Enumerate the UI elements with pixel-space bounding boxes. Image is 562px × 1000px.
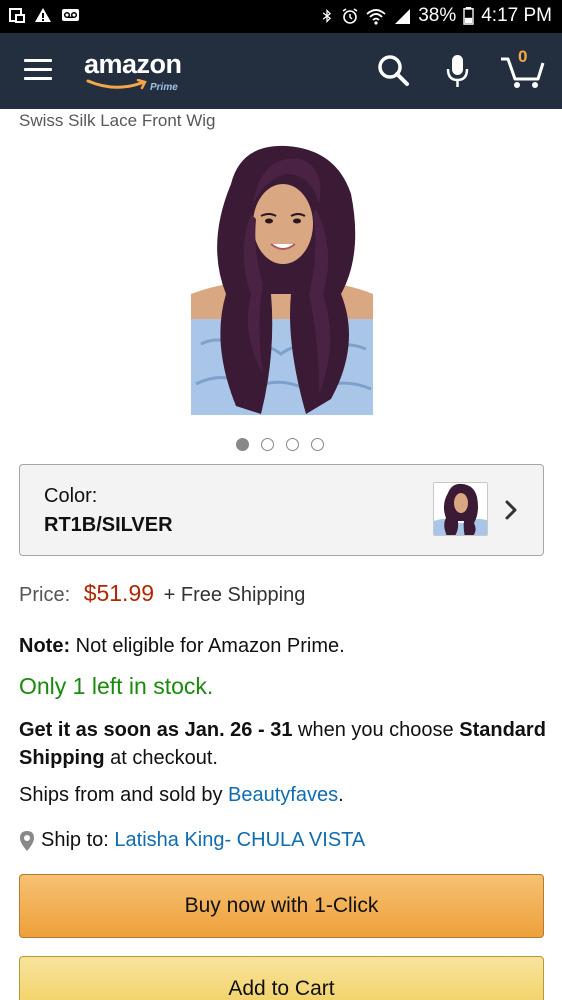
note-label: Note: bbox=[19, 635, 71, 657]
cart-count: 0 bbox=[518, 47, 528, 66]
battery-percent: 38% bbox=[418, 5, 457, 26]
ships-from-text: Ships from and sold by bbox=[19, 784, 228, 806]
screenshot-icon bbox=[9, 8, 25, 23]
warning-icon bbox=[35, 8, 51, 22]
carousel-dot[interactable] bbox=[286, 438, 299, 451]
ships-from-suffix: . bbox=[338, 784, 344, 806]
status-left-icons bbox=[8, 6, 80, 24]
search-icon bbox=[378, 55, 409, 86]
ships-from: Ships from and sold by Beautyfaves. bbox=[19, 784, 344, 807]
cart-button[interactable]: 0 bbox=[498, 47, 548, 91]
buy-now-button[interactable]: Buy now with 1-Click bbox=[19, 874, 544, 938]
location-pin-icon bbox=[20, 830, 34, 851]
microphone-icon bbox=[446, 55, 469, 87]
wig-model-image bbox=[191, 144, 373, 415]
add-to-cart-button[interactable]: Add to Cart bbox=[19, 956, 544, 1000]
product-image[interactable] bbox=[191, 144, 373, 415]
wifi-icon bbox=[366, 9, 386, 25]
signal-icon bbox=[395, 9, 411, 24]
search-button[interactable] bbox=[374, 51, 414, 91]
logo-text: amazon bbox=[84, 49, 182, 79]
carousel-dot[interactable] bbox=[311, 438, 324, 451]
price-label: Price: bbox=[19, 584, 71, 606]
ship-to-label: Ship to: bbox=[41, 829, 109, 851]
delivery-estimate: Get it as soon as Jan. 26 - 31 when you … bbox=[19, 716, 549, 772]
voicemail-icon bbox=[62, 9, 79, 21]
seller-link[interactable]: Beautyfaves bbox=[228, 784, 338, 806]
alarm-icon bbox=[342, 8, 358, 24]
prime-note: Note: Not eligible for Amazon Prime. bbox=[19, 635, 345, 658]
app-header: amazon Prime 0 bbox=[0, 33, 562, 109]
bluetooth-icon bbox=[322, 9, 332, 23]
carousel-dot[interactable] bbox=[236, 438, 249, 451]
swatch-image bbox=[434, 483, 487, 535]
status-right-icons: 38% 4:17 PM bbox=[320, 5, 552, 27]
status-bar: 38% 4:17 PM bbox=[0, 0, 562, 33]
price-row: Price: $51.99 + Free Shipping bbox=[19, 580, 305, 607]
smile-icon bbox=[86, 79, 147, 90]
voice-search-button[interactable] bbox=[438, 51, 478, 91]
menu-icon[interactable] bbox=[24, 59, 52, 81]
image-carousel-dots bbox=[236, 438, 324, 451]
delivery-date: Get it as soon as Jan. 26 - 31 bbox=[19, 719, 293, 741]
color-selector[interactable]: Color: RT1B/SILVER bbox=[19, 464, 544, 556]
color-swatch-thumbnail bbox=[433, 482, 488, 536]
amazon-logo[interactable]: amazon Prime bbox=[84, 49, 194, 95]
clock: 4:17 PM bbox=[481, 5, 552, 26]
color-label: Color: bbox=[44, 485, 98, 507]
price-amount: $51.99 bbox=[83, 580, 155, 606]
stock-status: Only 1 left in stock. bbox=[19, 673, 214, 699]
note-text: Not eligible for Amazon Prime. bbox=[75, 635, 345, 657]
delivery-suffix: at checkout. bbox=[104, 747, 218, 769]
product-title: Swiss Silk Lace Front Wig bbox=[19, 111, 216, 130]
carousel-dot[interactable] bbox=[261, 438, 274, 451]
battery-icon bbox=[463, 7, 474, 25]
ship-to: Ship to: Latisha King- CHULA VISTA bbox=[19, 829, 365, 852]
color-value: RT1B/SILVER bbox=[44, 514, 173, 536]
logo-prime: Prime bbox=[150, 82, 178, 93]
delivery-middle: when you choose bbox=[292, 719, 460, 741]
shipping-info: + Free Shipping bbox=[163, 584, 306, 606]
ship-to-address-link[interactable]: Latisha King- CHULA VISTA bbox=[114, 829, 365, 852]
chevron-right-icon bbox=[505, 500, 517, 520]
